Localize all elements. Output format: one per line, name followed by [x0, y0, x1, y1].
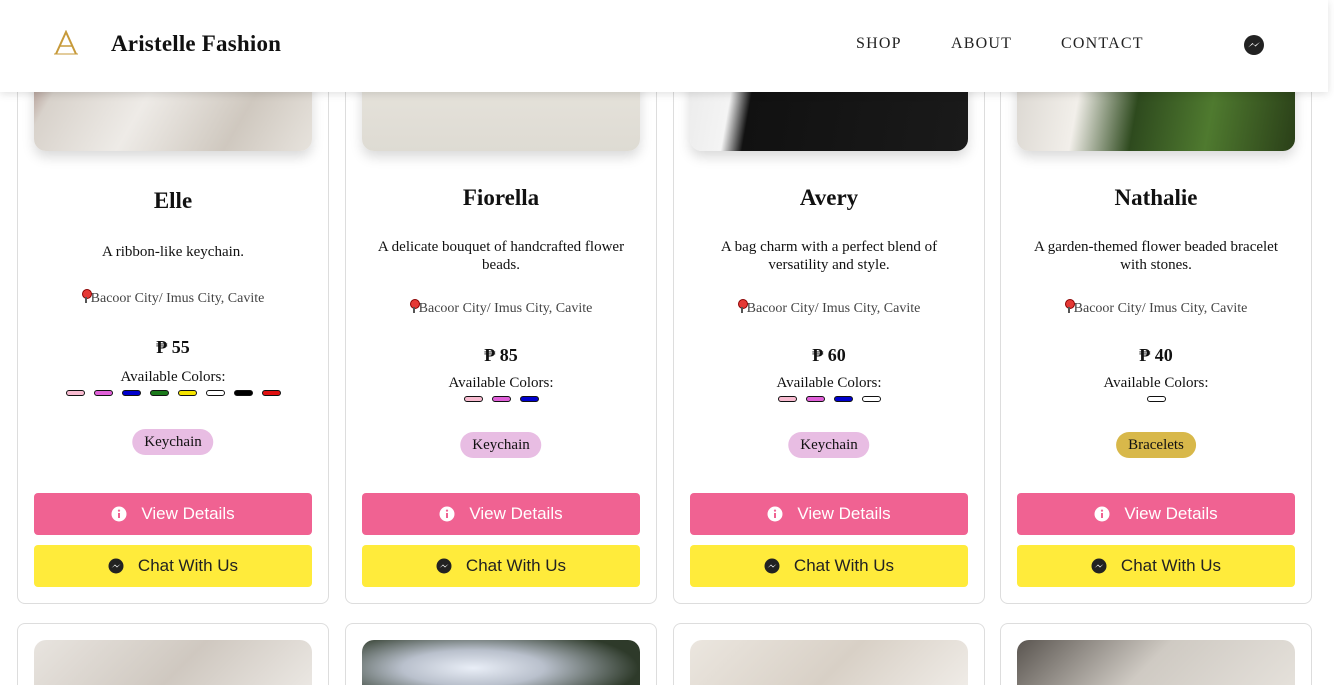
product-name: Fiorella — [462, 185, 540, 210]
product-price: ₱ 55 — [156, 337, 190, 357]
view-details-label: View Details — [469, 504, 563, 523]
location-text: Bacoor City/ Imus City, Cavite — [1073, 301, 1248, 316]
color-swatches — [18, 390, 328, 396]
nav-shop[interactable]: SHOP — [856, 35, 902, 53]
color-swatch[interactable] — [1146, 396, 1166, 402]
chat-with-us-label: Chat With Us — [137, 556, 239, 575]
site-header: Aristelle Fashion SHOP ABOUT CONTACT — [0, 0, 1328, 92]
color-swatch[interactable] — [93, 390, 113, 396]
product-image[interactable] — [690, 640, 968, 685]
view-details-button[interactable]: View Details — [1017, 493, 1295, 535]
product-card[interactable] — [345, 623, 657, 685]
info-icon — [1094, 506, 1110, 522]
product-location: Bacoor City/ Imus City, Cavite — [18, 289, 328, 307]
product-description: A ribbon-like keychain. — [101, 244, 245, 260]
product-image[interactable] — [34, 640, 312, 685]
location-pin-icon — [81, 289, 92, 303]
color-swatch[interactable] — [177, 390, 197, 396]
info-icon — [111, 506, 127, 522]
info-icon — [439, 506, 455, 522]
chat-with-us-button[interactable]: Chat With Us — [34, 545, 312, 587]
chat-with-us-button[interactable]: Chat With Us — [362, 545, 640, 587]
color-swatch[interactable] — [861, 396, 881, 402]
category-tag[interactable]: Keychain — [460, 432, 542, 458]
category-tag[interactable]: Keychain — [132, 429, 214, 455]
chat-with-us-button[interactable]: Chat With Us — [1017, 545, 1295, 587]
category-tag[interactable]: Bracelets — [1116, 432, 1196, 458]
messenger-icon — [1091, 558, 1107, 574]
chat-with-us-label: Chat With Us — [1120, 556, 1222, 575]
brand-name[interactable]: Aristelle Fashion — [111, 31, 281, 57]
chat-with-us-button[interactable]: Chat With Us — [690, 545, 968, 587]
color-swatch[interactable] — [65, 390, 85, 396]
color-swatches — [1001, 396, 1311, 402]
product-card[interactable] — [1000, 623, 1312, 685]
location-pin-icon — [409, 299, 420, 313]
product-card[interactable]: Nathalie A garden-themed flower beaded b… — [1000, 15, 1312, 604]
view-details-label: View Details — [141, 504, 235, 523]
available-colors-label: Available Colors: — [448, 375, 554, 391]
available-colors-label: Available Colors: — [776, 375, 882, 391]
location-pin-icon — [1064, 299, 1075, 313]
product-price: ₱ 85 — [484, 345, 518, 365]
color-swatch[interactable] — [121, 390, 141, 396]
product-location: Bacoor City/ Imus City, Cavite — [346, 299, 656, 317]
color-swatch[interactable] — [149, 390, 169, 396]
logo-a-icon[interactable] — [50, 30, 82, 56]
product-image[interactable] — [1017, 640, 1295, 685]
product-location: Bacoor City/ Imus City, Cavite — [674, 299, 984, 317]
view-details-label: View Details — [1124, 504, 1218, 523]
messenger-icon — [108, 558, 124, 574]
available-colors-label: Available Colors: — [120, 369, 226, 385]
product-location: Bacoor City/ Imus City, Cavite — [1001, 299, 1311, 317]
available-colors-label: Available Colors: — [1103, 375, 1209, 391]
view-details-button[interactable]: View Details — [34, 493, 312, 535]
product-description: A bag charm with a perfect blend of vers… — [720, 239, 938, 273]
product-card[interactable] — [17, 623, 329, 685]
color-swatch[interactable] — [205, 390, 225, 396]
view-details-label: View Details — [797, 504, 891, 523]
product-name: Avery — [799, 185, 859, 210]
color-swatch[interactable] — [491, 396, 511, 402]
nav-about[interactable]: ABOUT — [951, 35, 1012, 53]
color-swatch[interactable] — [519, 396, 539, 402]
product-price: ₱ 60 — [812, 345, 846, 365]
product-card[interactable]: Elle A ribbon-like keychain. Bacoor City… — [17, 15, 329, 604]
location-text: Bacoor City/ Imus City, Cavite — [90, 291, 265, 306]
product-name: Elle — [153, 188, 193, 213]
location-pin-icon — [737, 299, 748, 313]
color-swatch[interactable] — [833, 396, 853, 402]
chat-with-us-label: Chat With Us — [465, 556, 567, 575]
color-swatch[interactable] — [261, 390, 281, 396]
view-details-button[interactable]: View Details — [690, 493, 968, 535]
chat-with-us-label: Chat With Us — [793, 556, 895, 575]
product-card[interactable] — [673, 623, 985, 685]
location-text: Bacoor City/ Imus City, Cavite — [746, 301, 921, 316]
product-description: A delicate bouquet of handcrafted flower… — [377, 239, 625, 273]
product-card[interactable]: Fiorella A delicate bouquet of handcraft… — [345, 15, 657, 604]
category-tag[interactable]: Keychain — [788, 432, 870, 458]
color-swatches — [674, 396, 984, 402]
location-text: Bacoor City/ Imus City, Cavite — [418, 301, 593, 316]
product-name: Nathalie — [1114, 185, 1198, 210]
nav-contact[interactable]: CONTACT — [1061, 35, 1144, 53]
color-swatch[interactable] — [777, 396, 797, 402]
product-price: ₱ 40 — [1139, 345, 1173, 365]
product-card[interactable]: Avery A bag charm with a perfect blend o… — [673, 15, 985, 604]
product-image[interactable] — [362, 640, 640, 685]
product-description: A garden-themed flower beaded bracelet w… — [1033, 239, 1279, 273]
color-swatches — [346, 396, 656, 402]
view-details-button[interactable]: View Details — [362, 493, 640, 535]
color-swatch[interactable] — [463, 396, 483, 402]
messenger-icon — [436, 558, 452, 574]
color-swatch[interactable] — [805, 396, 825, 402]
color-swatch[interactable] — [233, 390, 253, 396]
messenger-icon — [764, 558, 780, 574]
info-icon — [767, 506, 783, 522]
messenger-icon[interactable] — [1243, 34, 1265, 56]
